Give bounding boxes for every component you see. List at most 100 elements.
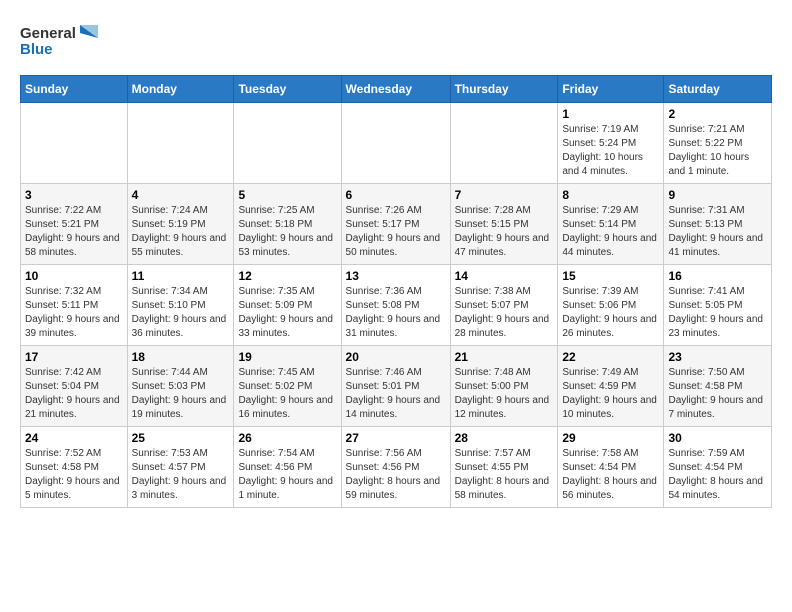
day-number: 19 (238, 350, 336, 364)
calendar-cell (234, 103, 341, 184)
day-number: 30 (668, 431, 767, 445)
day-number: 25 (132, 431, 230, 445)
day-header-thursday: Thursday (450, 76, 558, 103)
calendar-cell: 5 Sunrise: 7:25 AM Sunset: 5:18 PM Daylig… (234, 184, 341, 265)
day-number: 17 (25, 350, 123, 364)
day-info: Sunrise: 7:50 AM Sunset: 4:58 PM Dayligh… (668, 366, 767, 422)
day-info: Sunrise: 7:35 AM Sunset: 5:09 PM Dayligh… (238, 285, 336, 341)
day-number: 21 (455, 350, 554, 364)
day-number: 9 (668, 188, 767, 202)
calendar-cell: 7 Sunrise: 7:28 AM Sunset: 5:15 PM Daylig… (450, 184, 558, 265)
calendar-cell (341, 103, 450, 184)
day-header-monday: Monday (127, 76, 234, 103)
calendar-cell: 2Sunrise: 7:21 AM Sunset: 5:22 PM Daylig… (664, 103, 772, 184)
logo-svg: GeneralBlue (20, 20, 100, 65)
calendar-week-2: 3 Sunrise: 7:22 AM Sunset: 5:21 PM Daylig… (21, 184, 772, 265)
calendar-cell: 11 Sunrise: 7:34 AM Sunset: 5:10 PM Dayli… (127, 265, 234, 346)
day-number: 20 (346, 350, 446, 364)
day-number: 7 (455, 188, 554, 202)
calendar-week-1: 1 Sunrise: 7:19 AM Sunset: 5:24 PM Daylig… (21, 103, 772, 184)
day-number: 11 (132, 269, 230, 283)
day-info: Sunrise: 7:46 AM Sunset: 5:01 PM Dayligh… (346, 366, 446, 422)
calendar-cell: 18 Sunrise: 7:44 AM Sunset: 5:03 PM Dayli… (127, 346, 234, 427)
day-number: 22 (562, 350, 659, 364)
day-info: Sunrise: 7:25 AM Sunset: 5:18 PM Dayligh… (238, 204, 336, 260)
day-number: 6 (346, 188, 446, 202)
day-header-wednesday: Wednesday (341, 76, 450, 103)
day-number: 16 (668, 269, 767, 283)
calendar-cell: 23 Sunrise: 7:50 AM Sunset: 4:58 PM Dayli… (664, 346, 772, 427)
day-number: 15 (562, 269, 659, 283)
day-number: 1 (562, 107, 659, 121)
calendar-cell: 14 Sunrise: 7:38 AM Sunset: 5:07 PM Dayli… (450, 265, 558, 346)
calendar-cell: 27Sunrise: 7:56 AM Sunset: 4:56 PM Dayli… (341, 427, 450, 508)
calendar-header-row: SundayMondayTuesdayWednesdayThursdayFrid… (21, 76, 772, 103)
calendar-cell (127, 103, 234, 184)
day-info: Sunrise: 7:34 AM Sunset: 5:10 PM Dayligh… (132, 285, 230, 341)
day-number: 26 (238, 431, 336, 445)
calendar-cell (450, 103, 558, 184)
calendar-cell: 8 Sunrise: 7:29 AM Sunset: 5:14 PM Daylig… (558, 184, 664, 265)
day-info: Sunrise: 7:36 AM Sunset: 5:08 PM Dayligh… (346, 285, 446, 341)
day-info: Sunrise: 7:32 AM Sunset: 5:11 PM Dayligh… (25, 285, 123, 341)
calendar-cell: 4 Sunrise: 7:24 AM Sunset: 5:19 PM Daylig… (127, 184, 234, 265)
day-number: 8 (562, 188, 659, 202)
day-header-sunday: Sunday (21, 76, 128, 103)
calendar-cell: 17 Sunrise: 7:42 AM Sunset: 5:04 PM Dayli… (21, 346, 128, 427)
day-info: Sunrise: 7:31 AM Sunset: 5:13 PM Dayligh… (668, 204, 767, 260)
day-info: Sunrise: 7:19 AM Sunset: 5:24 PM Dayligh… (562, 123, 659, 179)
calendar-cell: 9 Sunrise: 7:31 AM Sunset: 5:13 PM Daylig… (664, 184, 772, 265)
day-number: 29 (562, 431, 659, 445)
day-number: 10 (25, 269, 123, 283)
day-info: Sunrise: 7:49 AM Sunset: 4:59 PM Dayligh… (562, 366, 659, 422)
day-info: Sunrise: 7:44 AM Sunset: 5:03 PM Dayligh… (132, 366, 230, 422)
calendar-cell: 16Sunrise: 7:41 AM Sunset: 5:05 PM Dayli… (664, 265, 772, 346)
day-number: 18 (132, 350, 230, 364)
day-number: 12 (238, 269, 336, 283)
calendar-week-4: 17 Sunrise: 7:42 AM Sunset: 5:04 PM Dayli… (21, 346, 772, 427)
day-number: 4 (132, 188, 230, 202)
calendar-cell: 30 Sunrise: 7:59 AM Sunset: 4:54 PM Dayli… (664, 427, 772, 508)
day-info: Sunrise: 7:28 AM Sunset: 5:15 PM Dayligh… (455, 204, 554, 260)
calendar-table: SundayMondayTuesdayWednesdayThursdayFrid… (20, 75, 772, 508)
calendar-cell: 15 Sunrise: 7:39 AM Sunset: 5:06 PM Dayli… (558, 265, 664, 346)
day-header-tuesday: Tuesday (234, 76, 341, 103)
day-info: Sunrise: 7:59 AM Sunset: 4:54 PM Dayligh… (668, 447, 767, 503)
day-info: Sunrise: 7:22 AM Sunset: 5:21 PM Dayligh… (25, 204, 123, 260)
day-header-friday: Friday (558, 76, 664, 103)
day-info: Sunrise: 7:24 AM Sunset: 5:19 PM Dayligh… (132, 204, 230, 260)
day-number: 5 (238, 188, 336, 202)
day-number: 24 (25, 431, 123, 445)
calendar-cell: 12 Sunrise: 7:35 AM Sunset: 5:09 PM Dayli… (234, 265, 341, 346)
day-number: 27 (346, 431, 446, 445)
day-info: Sunrise: 7:29 AM Sunset: 5:14 PM Dayligh… (562, 204, 659, 260)
day-info: Sunrise: 7:48 AM Sunset: 5:00 PM Dayligh… (455, 366, 554, 422)
calendar-cell: 6 Sunrise: 7:26 AM Sunset: 5:17 PM Daylig… (341, 184, 450, 265)
calendar-cell: 21 Sunrise: 7:48 AM Sunset: 5:00 PM Dayli… (450, 346, 558, 427)
page-header: GeneralBlue (20, 20, 772, 65)
day-info: Sunrise: 7:38 AM Sunset: 5:07 PM Dayligh… (455, 285, 554, 341)
day-info: Sunrise: 7:42 AM Sunset: 5:04 PM Dayligh… (25, 366, 123, 422)
day-number: 3 (25, 188, 123, 202)
day-number: 2 (668, 107, 767, 121)
svg-text:General: General (20, 25, 76, 42)
day-number: 14 (455, 269, 554, 283)
calendar-cell (21, 103, 128, 184)
calendar-cell: 19Sunrise: 7:45 AM Sunset: 5:02 PM Dayli… (234, 346, 341, 427)
day-number: 28 (455, 431, 554, 445)
day-info: Sunrise: 7:39 AM Sunset: 5:06 PM Dayligh… (562, 285, 659, 341)
calendar-cell: 10 Sunrise: 7:32 AM Sunset: 5:11 PM Dayli… (21, 265, 128, 346)
calendar-cell: 28Sunrise: 7:57 AM Sunset: 4:55 PM Dayli… (450, 427, 558, 508)
calendar-cell: 3 Sunrise: 7:22 AM Sunset: 5:21 PM Daylig… (21, 184, 128, 265)
day-info: Sunrise: 7:53 AM Sunset: 4:57 PM Dayligh… (132, 447, 230, 503)
calendar-cell: 1 Sunrise: 7:19 AM Sunset: 5:24 PM Daylig… (558, 103, 664, 184)
day-info: Sunrise: 7:58 AM Sunset: 4:54 PM Dayligh… (562, 447, 659, 503)
svg-text:Blue: Blue (20, 41, 53, 58)
calendar-week-5: 24Sunrise: 7:52 AM Sunset: 4:58 PM Dayli… (21, 427, 772, 508)
day-number: 23 (668, 350, 767, 364)
calendar-cell: 26Sunrise: 7:54 AM Sunset: 4:56 PM Dayli… (234, 427, 341, 508)
calendar-cell: 20 Sunrise: 7:46 AM Sunset: 5:01 PM Dayli… (341, 346, 450, 427)
day-info: Sunrise: 7:26 AM Sunset: 5:17 PM Dayligh… (346, 204, 446, 260)
calendar-week-3: 10 Sunrise: 7:32 AM Sunset: 5:11 PM Dayli… (21, 265, 772, 346)
calendar-cell: 13Sunrise: 7:36 AM Sunset: 5:08 PM Dayli… (341, 265, 450, 346)
